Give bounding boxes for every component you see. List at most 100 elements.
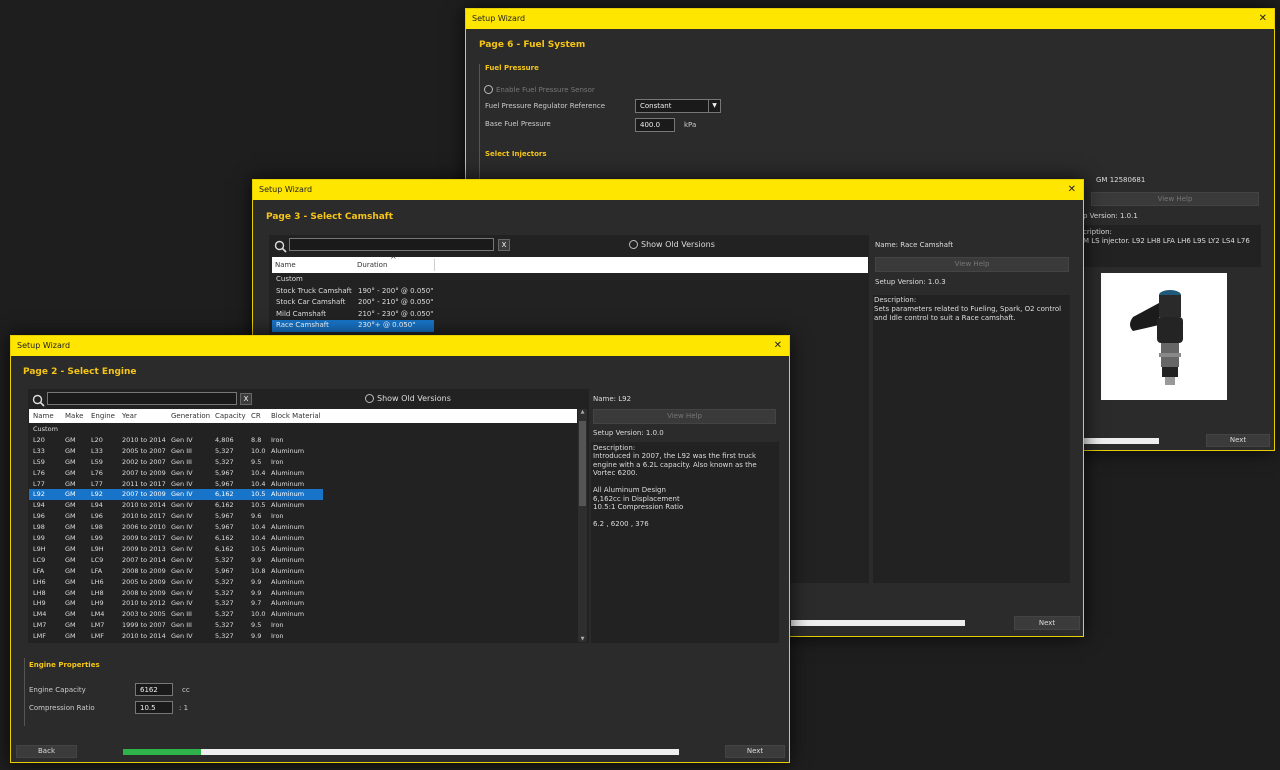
table-cell: Aluminum <box>271 490 305 499</box>
table-cell: Gen IV <box>171 479 193 488</box>
column-header-cr[interactable]: CR <box>251 409 261 423</box>
checkbox-icon <box>365 394 374 403</box>
next-button[interactable]: Next <box>1014 616 1080 630</box>
table-row[interactable]: L92 GM L92 2007 to 2009 Gen IV 6,162 10.5 Alumi… <box>29 489 323 501</box>
table-cell: 9.9 <box>251 577 262 586</box>
table-row[interactable]: L9H GM L9H 2009 to 2013 Gen IV 6,162 10.5 Alumi… <box>29 544 323 555</box>
table-row[interactable]: L99 GM L99 2009 to 2017 Gen IV 6,162 10.4 Alumi… <box>29 533 323 544</box>
table-row[interactable]: LMF GM LMF 2010 to 2014 Gen IV 5,327 9.9 Iron <box>29 631 323 642</box>
table-row[interactable]: L77 GM L77 2011 to 2017 Gen IV 5,967 10.4 Alumi… <box>29 479 323 490</box>
title-bar[interactable]: Setup Wizard ✕ <box>466 9 1274 29</box>
table-cell: 2009 to 2013 <box>122 544 166 553</box>
column-header-generation[interactable]: Generation <box>171 409 210 423</box>
compression-ratio-input[interactable] <box>135 701 173 714</box>
table-cell: 210° - 230° @ 0.050" <box>358 309 434 318</box>
clear-search-button[interactable]: X <box>240 393 252 405</box>
table-cell: 10.0 <box>251 446 266 455</box>
table-cell: L94 <box>33 501 45 510</box>
table-row[interactable]: L94 GM L94 2010 to 2014 Gen IV 6,162 10.5 Alumi… <box>29 500 323 511</box>
table-row[interactable]: L76 GM L76 2007 to 2009 Gen IV 5,967 10.4 Alumi… <box>29 468 323 479</box>
scrollbar[interactable]: ▲ ▼ <box>578 409 587 642</box>
column-header-duration[interactable]: Duration <box>357 257 387 273</box>
table-row[interactable]: L20 GM L20 2010 to 2014 Gen IV 4,806 8.8 Iron <box>29 435 323 446</box>
sort-arrow-icon: ^ <box>390 255 397 264</box>
search-input[interactable] <box>47 392 237 405</box>
column-header-capacity[interactable]: Capacity <box>215 409 246 423</box>
engine-list: Custom L20 GM L20 2010 to 2014 Gen IV 4,806 8.… <box>29 424 577 642</box>
table-cell: L99 <box>91 534 103 542</box>
table-cell: L77 <box>91 479 103 488</box>
table-cell: LH6 <box>91 577 104 586</box>
column-header-engine[interactable]: Engine <box>91 409 115 423</box>
title-bar[interactable]: Setup Wizard ✕ <box>253 180 1083 200</box>
engine-capacity-input[interactable] <box>135 683 173 696</box>
table-cell: Gen IV <box>171 577 193 586</box>
table-cell: Custom <box>276 275 303 283</box>
view-help-button[interactable]: View Help <box>875 257 1069 272</box>
compression-ratio-unit: : 1 <box>179 704 189 712</box>
table-row[interactable]: L98 GM L98 2006 to 2010 Gen IV 5,967 10.4 Alumi… <box>29 522 323 533</box>
view-help-button[interactable]: View Help <box>593 409 776 424</box>
chevron-down-icon: ▼ <box>708 100 720 112</box>
table-row[interactable]: Stock Car Camshaft 200° - 210° @ 0.050" <box>272 297 434 309</box>
table-row[interactable]: L59 GM L59 2002 to 2007 Gen III 5,327 9.5 Iron <box>29 457 323 468</box>
clear-search-button[interactable]: X <box>498 239 510 251</box>
close-icon[interactable]: ✕ <box>1068 180 1076 200</box>
next-button[interactable]: Next <box>725 745 785 758</box>
next-button[interactable]: Next <box>1206 434 1270 447</box>
table-row[interactable]: L33 GM L33 2005 to 2007 Gen III 5,327 10.0 Alum… <box>29 446 323 457</box>
show-old-versions-toggle[interactable]: Show Old Versions <box>629 240 715 249</box>
scroll-down-icon[interactable]: ▼ <box>578 636 587 642</box>
column-header-name[interactable]: Name <box>275 257 296 273</box>
table-row[interactable]: LC9 GM LC9 2007 to 2014 Gen IV 5,327 9.9 Alumin… <box>29 555 323 566</box>
table-row[interactable]: Race Camshaft 230°+ @ 0.050" <box>272 320 434 332</box>
table-cell: 5,327 <box>215 577 234 586</box>
back-button[interactable]: Back <box>16 745 77 758</box>
engine-properties-section-title: Engine Properties <box>29 661 100 669</box>
table-row[interactable]: LH8 GM LH8 2008 to 2009 Gen IV 5,327 9.9 Alumin… <box>29 588 323 599</box>
table-cell: LMF <box>91 632 104 641</box>
table-row[interactable]: L96 GM L96 2010 to 2017 Gen IV 5,967 9.6 Iron <box>29 511 323 522</box>
table-row[interactable]: LM4 GM LM4 2003 to 2005 Gen III 5,327 10.0 Alum… <box>29 609 323 620</box>
table-row[interactable]: LH9 GM LH9 2010 to 2012 Gen IV 5,327 9.7 Alumin… <box>29 598 323 609</box>
show-old-versions-label: Show Old Versions <box>641 240 715 249</box>
table-row[interactable]: LM7 GM LM7 1999 to 2007 Gen III 5,327 9.5 Iron <box>29 620 323 631</box>
table-row[interactable]: Custom <box>272 274 434 286</box>
table-row[interactable]: Mild Camshaft 210° - 230° @ 0.050" <box>272 309 434 321</box>
page-title: Page 2 - Select Engine <box>23 367 137 377</box>
close-icon[interactable]: ✕ <box>1259 9 1267 29</box>
table-row[interactable]: LH6 GM LH6 2005 to 2009 Gen IV 5,327 9.9 Alumin… <box>29 577 323 588</box>
show-old-versions-toggle[interactable]: Show Old Versions <box>365 394 451 403</box>
column-header-make[interactable]: Make <box>65 409 83 423</box>
close-icon[interactable]: ✕ <box>774 336 782 356</box>
table-cell: Aluminum <box>271 577 305 586</box>
table-row[interactable]: Stock Truck Camshaft 190° - 200° @ 0.050" <box>272 286 434 298</box>
table-cell: L98 <box>33 523 45 532</box>
table-cell: 2007 to 2014 <box>122 555 166 564</box>
table-cell: L92 <box>91 490 103 499</box>
view-help-button[interactable]: View Help <box>1091 192 1259 206</box>
regulator-reference-select[interactable]: Constant ▼ <box>635 99 721 113</box>
table-row[interactable]: LFA GM LFA 2008 to 2009 Gen IV 5,967 10.8 Alumi… <box>29 566 323 577</box>
table-cell: 9.9 <box>251 555 262 564</box>
search-input[interactable] <box>289 238 494 251</box>
table-cell: 10.4 <box>251 479 266 488</box>
column-header-block-material[interactable]: Block Material <box>271 409 321 423</box>
column-header-year[interactable]: Year <box>122 409 137 423</box>
table-cell: GM <box>65 566 76 575</box>
injector-name: GM 12580681 <box>1096 176 1146 184</box>
enable-fuel-pressure-sensor-checkbox[interactable]: Enable Fuel Pressure Sensor <box>484 85 595 94</box>
table-cell: LC9 <box>91 555 104 564</box>
base-fuel-pressure-input[interactable] <box>635 118 675 132</box>
scroll-thumb[interactable] <box>579 421 586 506</box>
window-title: Setup Wizard <box>472 14 526 23</box>
table-cell: GM <box>65 468 76 477</box>
table-cell: LM4 <box>33 610 47 619</box>
scroll-up-icon[interactable]: ▲ <box>578 409 587 415</box>
details-panel: Name: Race Camshaft View Help Setup Vers… <box>870 235 1070 583</box>
list-item-custom[interactable]: Custom <box>29 424 323 435</box>
table-cell: L76 <box>91 468 103 477</box>
table-cell: Iron <box>271 621 284 630</box>
window-title: Setup Wizard <box>259 185 313 194</box>
title-bar[interactable]: Setup Wizard ✕ <box>11 336 789 356</box>
